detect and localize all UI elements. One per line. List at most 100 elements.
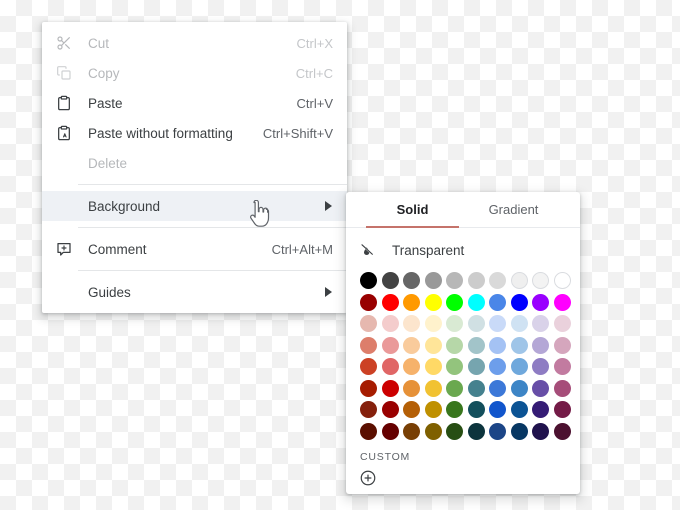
color-swatch[interactable]: [532, 272, 550, 290]
color-swatch[interactable]: [360, 336, 378, 354]
color-swatch-cell[interactable]: [380, 335, 402, 357]
color-swatch-cell[interactable]: [466, 292, 488, 314]
color-swatch[interactable]: [446, 358, 464, 376]
color-swatch-cell[interactable]: [552, 313, 574, 335]
color-swatch[interactable]: [360, 272, 378, 290]
color-swatch-cell[interactable]: [401, 421, 423, 443]
tab-gradient[interactable]: Gradient: [463, 192, 564, 227]
color-swatch-cell[interactable]: [401, 313, 423, 335]
color-swatch-cell[interactable]: [466, 356, 488, 378]
color-swatch[interactable]: [403, 422, 421, 440]
color-swatch-cell[interactable]: [530, 378, 552, 400]
color-swatch-cell[interactable]: [552, 399, 574, 421]
color-swatch[interactable]: [489, 336, 507, 354]
color-swatch[interactable]: [381, 379, 399, 397]
color-swatch-cell[interactable]: [444, 421, 466, 443]
color-swatch[interactable]: [446, 272, 464, 290]
color-swatch[interactable]: [532, 293, 550, 311]
transparent-option[interactable]: Transparent: [346, 235, 580, 265]
color-swatch[interactable]: [510, 315, 528, 333]
color-swatch[interactable]: [446, 293, 464, 311]
color-swatch[interactable]: [467, 401, 485, 419]
menu-item-comment[interactable]: Comment Ctrl+Alt+M: [42, 234, 347, 264]
color-swatch-cell[interactable]: [358, 270, 380, 292]
color-swatch[interactable]: [467, 422, 485, 440]
color-swatch[interactable]: [403, 272, 421, 290]
color-swatch-cell[interactable]: [466, 378, 488, 400]
color-swatch-cell[interactable]: [552, 292, 574, 314]
color-swatch-cell[interactable]: [380, 313, 402, 335]
color-swatch-cell[interactable]: [530, 270, 552, 292]
color-swatch[interactable]: [553, 272, 571, 290]
menu-item-background[interactable]: Background: [42, 191, 347, 221]
color-swatch[interactable]: [510, 358, 528, 376]
color-swatch[interactable]: [381, 315, 399, 333]
color-swatch[interactable]: [532, 401, 550, 419]
color-swatch[interactable]: [510, 379, 528, 397]
color-swatch-cell[interactable]: [444, 378, 466, 400]
color-swatch[interactable]: [532, 422, 550, 440]
color-swatch-cell[interactable]: [401, 270, 423, 292]
color-swatch[interactable]: [467, 315, 485, 333]
color-swatch-cell[interactable]: [423, 270, 445, 292]
color-swatch-cell[interactable]: [444, 270, 466, 292]
menu-item-paste[interactable]: Paste Ctrl+V: [42, 88, 347, 118]
color-swatch-cell[interactable]: [423, 313, 445, 335]
color-swatch-cell[interactable]: [423, 356, 445, 378]
color-swatch[interactable]: [360, 358, 378, 376]
color-swatch-cell[interactable]: [358, 378, 380, 400]
color-swatch[interactable]: [403, 358, 421, 376]
color-swatch-cell[interactable]: [401, 292, 423, 314]
color-swatch-cell[interactable]: [380, 399, 402, 421]
color-swatch-cell[interactable]: [552, 270, 574, 292]
color-swatch[interactable]: [446, 336, 464, 354]
color-swatch[interactable]: [381, 358, 399, 376]
color-swatch-cell[interactable]: [358, 421, 380, 443]
color-swatch[interactable]: [360, 315, 378, 333]
color-swatch[interactable]: [381, 293, 399, 311]
color-swatch-cell[interactable]: [552, 356, 574, 378]
plus-circle-icon[interactable]: [359, 470, 377, 491]
color-swatch-cell[interactable]: [380, 356, 402, 378]
color-swatch[interactable]: [446, 422, 464, 440]
color-swatch[interactable]: [424, 379, 442, 397]
color-swatch[interactable]: [424, 272, 442, 290]
color-swatch[interactable]: [489, 315, 507, 333]
color-swatch-cell[interactable]: [530, 292, 552, 314]
color-swatch[interactable]: [553, 336, 571, 354]
color-swatch-cell[interactable]: [358, 335, 380, 357]
color-swatch-cell[interactable]: [380, 270, 402, 292]
color-swatch[interactable]: [424, 422, 442, 440]
color-swatch[interactable]: [489, 379, 507, 397]
color-swatch[interactable]: [403, 315, 421, 333]
color-swatch[interactable]: [532, 336, 550, 354]
color-swatch[interactable]: [510, 272, 528, 290]
color-swatch[interactable]: [360, 422, 378, 440]
color-swatch-cell[interactable]: [487, 399, 509, 421]
color-swatch[interactable]: [446, 401, 464, 419]
color-swatch-cell[interactable]: [466, 421, 488, 443]
color-swatch-cell[interactable]: [358, 313, 380, 335]
color-swatch-cell[interactable]: [487, 313, 509, 335]
color-swatch[interactable]: [446, 315, 464, 333]
color-swatch-cell[interactable]: [358, 292, 380, 314]
color-swatch-cell[interactable]: [466, 335, 488, 357]
color-swatch-cell[interactable]: [530, 335, 552, 357]
menu-item-cut[interactable]: Cut Ctrl+X: [42, 28, 347, 58]
color-swatch[interactable]: [424, 336, 442, 354]
color-swatch[interactable]: [381, 272, 399, 290]
color-swatch-cell[interactable]: [423, 378, 445, 400]
color-swatch[interactable]: [424, 358, 442, 376]
color-swatch[interactable]: [381, 422, 399, 440]
menu-item-paste-without-formatting[interactable]: Paste without formatting Ctrl+Shift+V: [42, 118, 347, 148]
color-swatch-cell[interactable]: [423, 399, 445, 421]
color-swatch[interactable]: [553, 315, 571, 333]
color-swatch[interactable]: [510, 401, 528, 419]
color-swatch[interactable]: [424, 401, 442, 419]
color-swatch-cell[interactable]: [401, 335, 423, 357]
color-swatch[interactable]: [403, 401, 421, 419]
color-swatch-cell[interactable]: [487, 335, 509, 357]
color-swatch-cell[interactable]: [509, 270, 531, 292]
color-swatch-cell[interactable]: [530, 399, 552, 421]
color-swatch[interactable]: [403, 293, 421, 311]
